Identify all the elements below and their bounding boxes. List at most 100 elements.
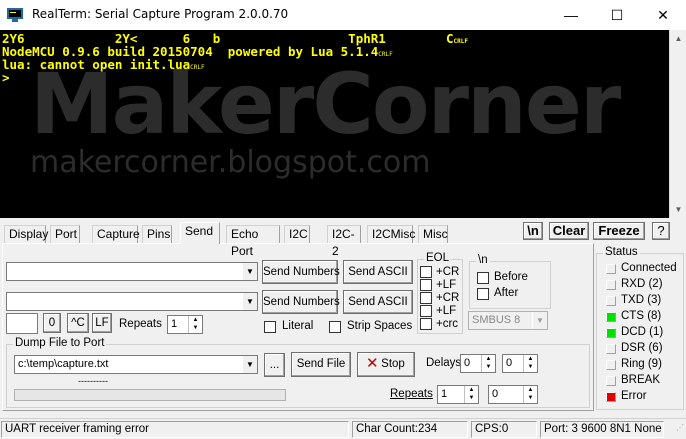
after-checkbox[interactable] xyxy=(477,288,489,300)
led-txd xyxy=(606,296,616,306)
send-combo-2[interactable]: ▼ xyxy=(6,292,258,311)
scroll-down-icon[interactable]: ▼ xyxy=(670,201,686,218)
strip-spaces-checkbox[interactable] xyxy=(329,321,341,333)
terminal-display[interactable]: MakerCorner makercorner.blogspot.com 2Y6… xyxy=(0,30,669,218)
dump-file-title: Dump File to Port xyxy=(13,337,107,349)
stop-button[interactable]: ✕ Stop xyxy=(357,352,415,377)
delay-spinner-2[interactable]: 0 ▲ ▼ xyxy=(502,354,538,373)
close-button[interactable]: ✕ xyxy=(640,0,686,30)
tab-display[interactable]: Display xyxy=(4,225,48,244)
send-numbers-button-1[interactable]: Send Numbers xyxy=(262,260,340,284)
status-label-ring: Ring (9) xyxy=(621,358,662,370)
tab-send[interactable]: Send xyxy=(180,222,220,244)
dump-repeats-spinner-2[interactable]: 0 ▲ ▼ xyxy=(488,385,538,404)
status-label-error: Error xyxy=(621,390,647,402)
send-char-input[interactable] xyxy=(6,313,38,334)
tab-echo-port[interactable]: Echo Port xyxy=(226,225,280,258)
stop-x-icon: ✕ xyxy=(366,355,379,372)
spinner-arrows-icon[interactable]: ▲ ▼ xyxy=(523,386,537,403)
tab-pins[interactable]: Pins xyxy=(142,225,172,244)
chevron-down-icon[interactable]: ▼ xyxy=(532,312,547,329)
repeats-label: Repeats xyxy=(119,318,162,330)
status-label-rxd: RXD (2) xyxy=(621,278,663,290)
status-label-txd: TXD (3) xyxy=(621,294,662,306)
terminal-scrollbar[interactable]: ▲ ▼ xyxy=(669,30,686,218)
strip-spaces-label: Strip Spaces xyxy=(347,320,413,332)
newline-group: \n xyxy=(469,254,551,309)
dump-file-path-combo[interactable]: c:\temp\capture.txt ▼ xyxy=(14,355,258,374)
spinner-arrows-icon[interactable]: ▲ ▼ xyxy=(523,355,537,372)
port-settings: Port: 3 9600 8N1 None xyxy=(540,421,664,438)
delay-spinner-1[interactable]: 0 ▲ ▼ xyxy=(460,354,496,373)
eol-lf-checkbox-1[interactable] xyxy=(420,279,432,291)
spinner-arrows-icon[interactable]: ▲ ▼ xyxy=(188,316,202,333)
tab-i2c[interactable]: I2C xyxy=(284,225,310,244)
minimize-button[interactable]: — xyxy=(548,0,594,30)
send-file-button[interactable]: Send File xyxy=(291,352,351,377)
tab-i2cmisc[interactable]: I2CMisc xyxy=(367,225,415,244)
send-combo-1[interactable]: ▼ xyxy=(6,262,258,281)
clear-button[interactable]: Clear xyxy=(549,222,589,240)
send-ascii-button-1[interactable]: Send ASCII xyxy=(343,260,413,284)
led-dsr xyxy=(606,344,616,354)
eol-crc-checkbox[interactable] xyxy=(420,318,432,330)
chevron-down-icon[interactable]: ▼ xyxy=(242,293,257,310)
repeats-spinner[interactable]: 1 ▲ ▼ xyxy=(167,315,203,334)
eol-cr-checkbox-1[interactable] xyxy=(420,266,432,278)
delay-2-value: 0 xyxy=(506,357,513,369)
send-ascii-button-2[interactable]: Send ASCII xyxy=(343,290,413,314)
literal-label: Literal xyxy=(282,320,314,332)
help-button[interactable]: ? xyxy=(652,222,670,240)
dump-progress-bar xyxy=(14,389,286,401)
led-break xyxy=(606,376,616,386)
dump-repeats-2-value: 0 xyxy=(492,388,499,400)
app-icon xyxy=(7,8,23,22)
dump-repeats-text: Repeats xyxy=(390,388,433,400)
newline-toggle-button[interactable]: \n xyxy=(523,222,543,240)
browse-button[interactable]: ... xyxy=(264,353,285,377)
eol-option-2: +LF xyxy=(436,279,457,291)
chevron-down-icon[interactable]: ▼ xyxy=(242,263,257,280)
eol-option-4: +LF xyxy=(436,305,457,317)
terminal-line-3: lua: cannot open init.luaCRLF xyxy=(2,57,205,72)
send-numbers-button-2[interactable]: Send Numbers xyxy=(262,290,340,314)
scroll-up-icon[interactable]: ▲ xyxy=(670,30,686,47)
status-label-dsr: DSR (6) xyxy=(621,342,663,354)
dump-repeats-label: Repeats xyxy=(390,388,433,400)
tab-capture[interactable]: Capture xyxy=(92,225,140,244)
tab-i2c-2[interactable]: I2C-2 xyxy=(327,225,361,258)
send-ctrl-c-button[interactable]: ^C xyxy=(67,313,89,333)
spinner-arrows-icon[interactable]: ▲ ▼ xyxy=(464,386,478,403)
eol-cr-checkbox-2[interactable] xyxy=(420,292,432,304)
literal-checkbox[interactable] xyxy=(264,321,276,333)
resize-grip-icon[interactable]: ⋰ xyxy=(668,423,684,438)
smbus-value: SMBUS 8 xyxy=(472,314,521,326)
led-cts xyxy=(606,312,616,322)
terminal-prompt: > xyxy=(2,70,10,85)
smbus-select[interactable]: SMBUS 8 ▼ xyxy=(468,311,548,330)
send-zero-button[interactable]: 0 xyxy=(43,313,61,333)
tab-misc[interactable]: Misc xyxy=(418,225,448,244)
maximize-button[interactable]: ☐ xyxy=(594,0,640,30)
eol-lf-checkbox-2[interactable] xyxy=(420,305,432,317)
dump-repeats-spinner-1[interactable]: 1 ▲ ▼ xyxy=(437,385,479,404)
status-label-break: BREAK xyxy=(621,374,660,386)
status-label-dcd: DCD (1) xyxy=(621,326,664,338)
newline-title: \n xyxy=(476,254,490,266)
status-title: Status xyxy=(603,246,640,258)
before-label: Before xyxy=(494,271,528,283)
send-lf-button[interactable]: LF xyxy=(92,313,112,333)
cps-readout: CPS:0 xyxy=(471,421,537,438)
led-ring xyxy=(606,360,616,370)
tab-port[interactable]: Port xyxy=(50,225,80,244)
delays-label: Delays xyxy=(426,357,462,369)
title-bar: RealTerm: Serial Capture Program 2.0.0.7… xyxy=(0,0,686,30)
spinner-arrows-icon[interactable]: ▲ ▼ xyxy=(481,355,495,372)
dump-repeats-1-value: 1 xyxy=(441,388,448,400)
chevron-down-icon[interactable]: ▼ xyxy=(242,356,257,373)
freeze-button[interactable]: Freeze xyxy=(593,222,645,240)
char-count: Char Count:234 xyxy=(352,421,468,438)
eol-title: EOL xyxy=(424,252,452,264)
before-checkbox[interactable] xyxy=(477,272,489,284)
dump-progress-text: ---------- xyxy=(78,376,108,386)
